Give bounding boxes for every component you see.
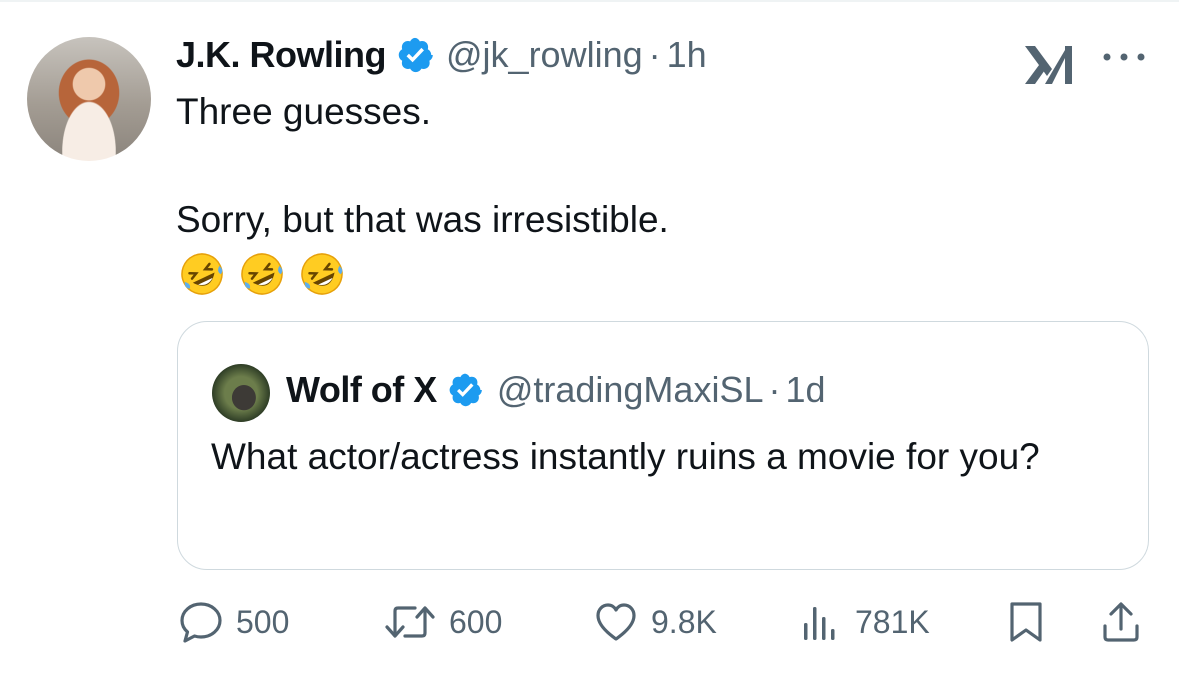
rolling-on-floor-laughing-icon: [181, 253, 223, 295]
repost-count: 600: [449, 603, 503, 640]
bookmark-icon: [1010, 602, 1042, 642]
quoted-tweet-time[interactable]: 1d: [785, 369, 825, 411]
grok-icon[interactable]: [1021, 44, 1073, 86]
bookmark-button[interactable]: [1004, 590, 1048, 654]
repost-button[interactable]: 600: [383, 590, 502, 654]
emoji-row: [178, 250, 346, 298]
quoted-author-handle[interactable]: @tradingMaxiSL: [497, 369, 764, 411]
views-chart-icon: [804, 607, 835, 640]
like-button[interactable]: 9.8K: [593, 590, 717, 654]
reply-count: 500: [236, 603, 290, 640]
views-button[interactable]: 781K: [797, 590, 930, 654]
views-count: 781K: [855, 603, 930, 640]
share-button[interactable]: [1098, 590, 1144, 654]
separator-dot: ·: [648, 34, 661, 75]
author-name[interactable]: J.K. Rowling: [176, 34, 387, 76]
reply-icon: [180, 602, 222, 643]
author-avatar[interactable]: [27, 37, 151, 161]
tweet-action-bar: 500 600 9.8K 781K: [0, 590, 1179, 654]
rolling-on-floor-laughing-icon: [241, 253, 283, 295]
share-icon: [1103, 602, 1139, 642]
rolling-on-floor-laughing-icon: [301, 253, 343, 295]
tweet-header: J.K. Rowling @jk_rowling · 1h: [176, 30, 707, 80]
heart-icon: [596, 603, 636, 641]
separator-dot: ·: [768, 369, 781, 410]
quoted-author-name[interactable]: Wolf of X: [286, 369, 437, 411]
quoted-tweet-card[interactable]: Wolf of X @tradingMaxiSL · 1d What actor…: [177, 321, 1149, 570]
more-options-icon[interactable]: [1100, 50, 1148, 64]
tweet-text-line2: Sorry, but that was irresistible.: [176, 199, 669, 240]
top-divider: [0, 0, 1179, 2]
reply-button[interactable]: 500: [178, 590, 289, 654]
tweet-text-line1: Three guesses.: [176, 91, 432, 132]
quoted-tweet-header: Wolf of X @tradingMaxiSL · 1d: [286, 362, 826, 418]
repost-icon: [385, 606, 435, 638]
author-handle[interactable]: @jk_rowling: [446, 34, 643, 76]
verified-badge-icon[interactable]: [396, 36, 434, 74]
quoted-author-avatar[interactable]: [212, 364, 270, 422]
tweet-time[interactable]: 1h: [667, 34, 707, 76]
like-count: 9.8K: [651, 603, 717, 640]
verified-badge-icon[interactable]: [447, 372, 483, 408]
quoted-tweet-text: What actor/actress instantly ruins a mov…: [211, 436, 1040, 477]
